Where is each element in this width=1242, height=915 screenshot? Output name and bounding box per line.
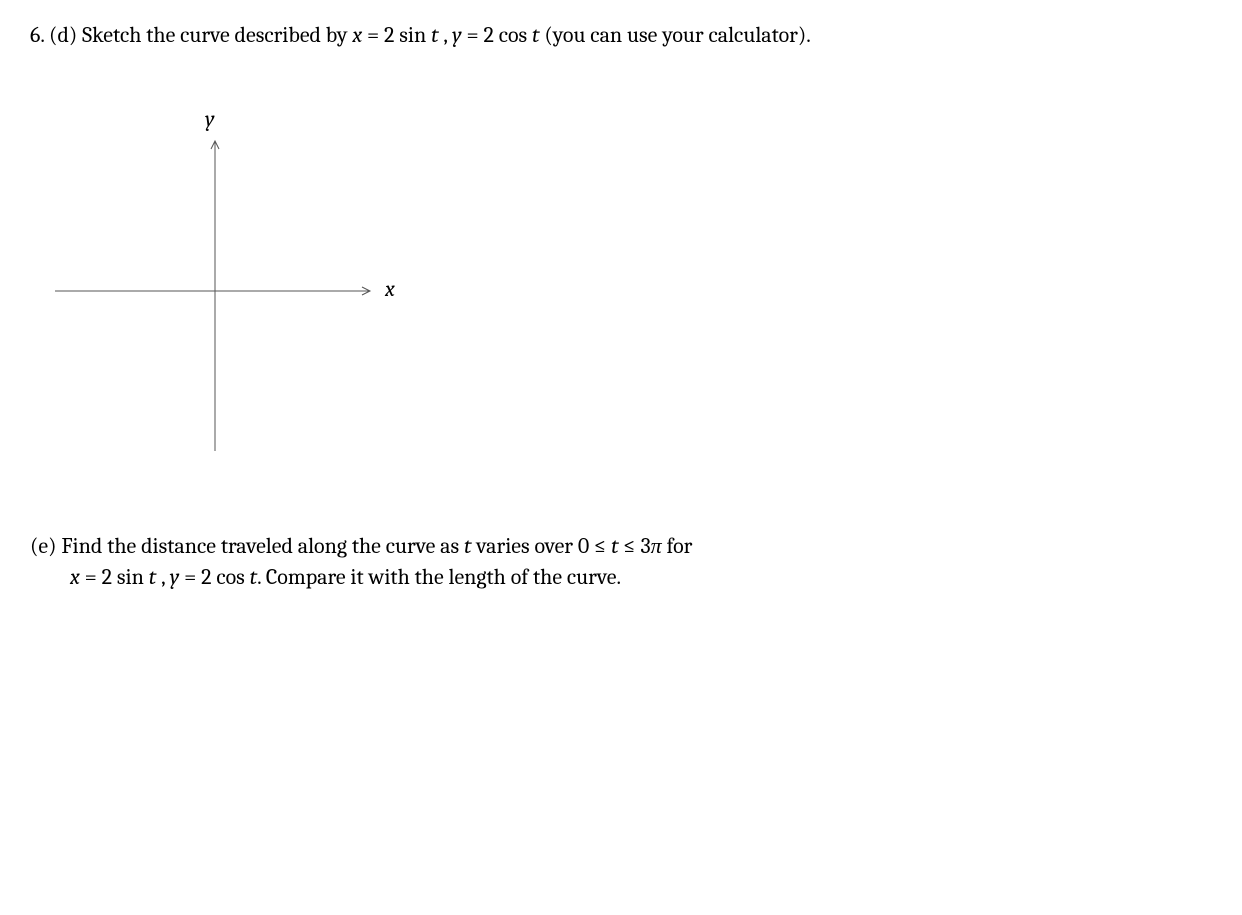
line2-eq2: = 2 cos (179, 564, 249, 590)
line2-eq1: = 2 sin (80, 564, 149, 590)
question-text-1: Sketch the curve described by (77, 22, 352, 48)
part-e-line2: x = 2 sin t , y = 2 cos t. Compare it wi… (70, 562, 1212, 593)
line2-t2: t (250, 564, 257, 590)
question-text-2: (you can use your calculator). (539, 22, 810, 48)
line2-comma: , (156, 564, 170, 590)
eq-comma: , (439, 22, 453, 48)
x-axis-label: x (385, 276, 395, 302)
question-number: 6. (d) (30, 22, 77, 48)
part-e-text4: for (662, 533, 693, 559)
eq-y: y (452, 22, 461, 48)
eq-t: t (431, 22, 438, 48)
part-e-pi: π (651, 533, 662, 559)
part-e-line1: (e) Find the distance traveled along the… (30, 531, 1212, 562)
coordinate-axes: y x (45, 121, 405, 471)
y-axis-label: y (205, 106, 214, 132)
part-d-question: 6. (d) Sketch the curve described by x =… (30, 20, 1212, 51)
part-e-t2: t (611, 533, 618, 559)
part-e-text1: Find the distance traveled along the cur… (61, 533, 464, 559)
eq-x: x (352, 22, 362, 48)
part-e-text2: varies over 0 ≤ (471, 533, 611, 559)
line2-text: . Compare it with the length of the curv… (257, 564, 621, 590)
part-e-label: (e) (30, 533, 61, 559)
eq-text-2: = 2 cos (462, 22, 532, 48)
part-e-text3: ≤ 3 (619, 533, 651, 559)
line2-y: y (170, 564, 179, 590)
part-e-question: (e) Find the distance traveled along the… (30, 531, 1212, 593)
line2-x: x (70, 564, 80, 590)
eq-text: = 2 sin (362, 22, 431, 48)
axes-svg (45, 131, 385, 461)
